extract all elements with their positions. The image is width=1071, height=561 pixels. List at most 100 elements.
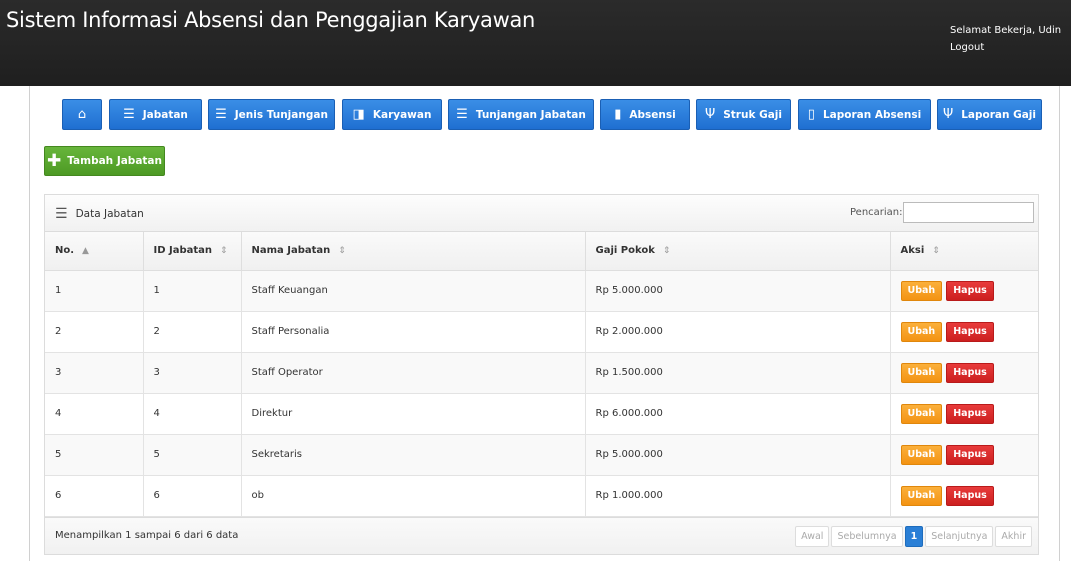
edit-button[interactable]: Ubah bbox=[900, 444, 943, 465]
cell-actions: Ubah Hapus bbox=[890, 270, 1038, 312]
edit-button[interactable]: Ubah bbox=[900, 403, 943, 424]
cell-id: 5 bbox=[143, 434, 242, 476]
book-icon: ◨ bbox=[352, 107, 365, 122]
edit-button[interactable]: Ubah bbox=[900, 321, 943, 342]
nav-jabatan-label: Jabatan bbox=[142, 108, 188, 121]
delete-button[interactable]: Hapus bbox=[946, 403, 994, 424]
cell-no: 4 bbox=[45, 393, 144, 435]
cell-salary: Rp 1.000.000 bbox=[585, 475, 891, 517]
column-header-no[interactable]: No. ▲ bbox=[45, 232, 144, 271]
app-title: Sistem Informasi Absensi dan Penggajian … bbox=[6, 8, 536, 32]
cell-name: Sekretaris bbox=[241, 434, 586, 476]
cell-salary: Rp 5.000.000 bbox=[585, 434, 891, 476]
data-table-box: ☰ Data Jabatan Pencarian: No. ▲ ID Jabata… bbox=[44, 194, 1039, 555]
table-title: ☰ Data Jabatan bbox=[55, 206, 144, 222]
cell-id: 6 bbox=[143, 475, 242, 517]
microphone-icon: Ψ bbox=[704, 107, 716, 122]
cell-actions: Ubah Hapus bbox=[890, 393, 1038, 435]
nav-jenis-tunjangan-button[interactable]: ☰ Jenis Tunjangan bbox=[208, 99, 335, 130]
nav-laporan-absensi-button[interactable]: ▯ Laporan Absensi bbox=[798, 99, 931, 130]
nav-karyawan-button[interactable]: ◨ Karyawan bbox=[342, 99, 442, 130]
nav-struk-gaji-label: Struk Gaji bbox=[723, 108, 782, 121]
nav-tunjangan-jabatan-button[interactable]: ☰ Tunjangan Jabatan bbox=[448, 99, 594, 130]
edit-button[interactable]: Ubah bbox=[900, 280, 943, 301]
delete-button[interactable]: Hapus bbox=[946, 444, 994, 465]
nav-absensi-label: Absensi bbox=[629, 108, 676, 121]
delete-button[interactable]: Hapus bbox=[946, 280, 994, 301]
sort-icon: ⇕ bbox=[932, 246, 940, 257]
cell-salary: Rp 1.500.000 bbox=[585, 352, 891, 394]
nav-struk-gaji-button[interactable]: Ψ Struk Gaji bbox=[696, 99, 791, 130]
cell-no: 5 bbox=[45, 434, 144, 476]
nav-jenis-tunjangan-label: Jenis Tunjangan bbox=[234, 108, 328, 121]
add-jabatan-button[interactable]: ✚ Tambah Jabatan bbox=[44, 146, 165, 176]
table-info: Menampilkan 1 sampai 6 dari 6 data bbox=[55, 530, 239, 541]
column-header-id[interactable]: ID Jabatan ⇕ bbox=[143, 232, 242, 271]
plus-icon: ✚ bbox=[47, 150, 62, 171]
file-icon: ▮ bbox=[614, 107, 622, 122]
cell-no: 6 bbox=[45, 475, 144, 517]
delete-button[interactable]: Hapus bbox=[946, 362, 994, 383]
page-prev-button[interactable]: Sebelumnya bbox=[831, 526, 903, 547]
table-row: 5 5 Sekretaris Rp 5.000.000 Ubah Hapus bbox=[45, 434, 1038, 476]
logout-link[interactable]: Logout bbox=[950, 39, 1061, 56]
cell-no: 1 bbox=[45, 270, 144, 312]
cell-actions: Ubah Hapus bbox=[890, 475, 1038, 517]
column-header-name[interactable]: Nama Jabatan ⇕ bbox=[241, 232, 586, 271]
table-row: 1 1 Staff Keuangan Rp 5.000.000 Ubah Hapu… bbox=[45, 270, 1038, 312]
table-row: 4 4 Direktur Rp 6.000.000 Ubah Hapus bbox=[45, 393, 1038, 435]
table-row: 3 3 Staff Operator Rp 1.500.000 Ubah Hapu… bbox=[45, 352, 1038, 394]
sort-icon: ⇕ bbox=[220, 246, 228, 257]
cell-salary: Rp 6.000.000 bbox=[585, 393, 891, 435]
table-title-text: Data Jabatan bbox=[75, 208, 144, 220]
nav-jabatan-button[interactable]: ☰ Jabatan bbox=[109, 99, 202, 130]
page-current-button[interactable]: 1 bbox=[904, 526, 924, 547]
cell-name: Staff Operator bbox=[241, 352, 586, 394]
table-footer: Menampilkan 1 sampai 6 dari 6 data Awal … bbox=[45, 517, 1038, 554]
cell-name: Direktur bbox=[241, 393, 586, 435]
edit-button[interactable]: Ubah bbox=[900, 485, 943, 506]
main-panel: ⌂ ☰ Jabatan ☰ Jenis Tunjangan ◨ Karyawan… bbox=[29, 86, 1060, 561]
cell-actions: Ubah Hapus bbox=[890, 352, 1038, 394]
home-icon: ⌂ bbox=[77, 107, 87, 122]
pagination: Awal Sebelumnya 1 Selanjutnya Akhir bbox=[795, 526, 1032, 547]
cell-no: 2 bbox=[45, 311, 144, 353]
add-jabatan-label: Tambah Jabatan bbox=[67, 155, 162, 167]
sort-icon: ⇕ bbox=[338, 246, 346, 257]
nav-laporan-absensi-label: Laporan Absensi bbox=[822, 108, 922, 121]
nav-karyawan-label: Karyawan bbox=[372, 108, 432, 121]
table-header-row: No. ▲ ID Jabatan ⇕ Nama Jabatan ⇕ Gaji Poko… bbox=[45, 232, 1038, 271]
cell-id: 1 bbox=[143, 270, 242, 312]
cell-name: ob bbox=[241, 475, 586, 517]
page-last-button[interactable]: Akhir bbox=[995, 526, 1032, 547]
cell-name: Staff Keuangan bbox=[241, 270, 586, 312]
search-label: Pencarian: bbox=[850, 207, 903, 218]
list-icon: ☰ bbox=[215, 107, 227, 122]
cell-actions: Ubah Hapus bbox=[890, 434, 1038, 476]
nav-tunjangan-jabatan-label: Tunjangan Jabatan bbox=[475, 108, 586, 121]
list-icon: ☰ bbox=[456, 107, 468, 122]
nav-absensi-button[interactable]: ▮ Absensi bbox=[600, 99, 690, 130]
search-input[interactable] bbox=[903, 202, 1034, 223]
user-info: Selamat Bekerja, Udin Logout bbox=[950, 22, 1061, 56]
cell-name: Staff Personalia bbox=[241, 311, 586, 353]
cell-actions: Ubah Hapus bbox=[890, 311, 1038, 353]
jabatan-table: No. ▲ ID Jabatan ⇕ Nama Jabatan ⇕ Gaji Poko… bbox=[45, 232, 1038, 517]
cell-salary: Rp 2.000.000 bbox=[585, 311, 891, 353]
delete-button[interactable]: Hapus bbox=[946, 485, 994, 506]
delete-button[interactable]: Hapus bbox=[946, 321, 994, 342]
greeting-text: Selamat Bekerja, Udin bbox=[950, 25, 1062, 36]
nav-laporan-gaji-button[interactable]: Ψ Laporan Gaji bbox=[937, 99, 1042, 130]
cell-id: 4 bbox=[143, 393, 242, 435]
cell-id: 3 bbox=[143, 352, 242, 394]
nav-home-button[interactable]: ⌂ bbox=[62, 99, 102, 130]
top-header-bar: Sistem Informasi Absensi dan Penggajian … bbox=[0, 0, 1071, 86]
column-header-salary[interactable]: Gaji Pokok ⇕ bbox=[585, 232, 891, 271]
page-next-button[interactable]: Selanjutnya bbox=[925, 526, 994, 547]
microphone-icon: Ψ bbox=[942, 107, 954, 122]
column-header-actions[interactable]: Aksi ⇕ bbox=[890, 232, 1038, 271]
edit-button[interactable]: Ubah bbox=[900, 362, 943, 383]
nav-laporan-gaji-label: Laporan Gaji bbox=[961, 108, 1037, 121]
page-first-button[interactable]: Awal bbox=[795, 526, 830, 547]
sort-asc-icon: ▲ bbox=[82, 246, 89, 257]
